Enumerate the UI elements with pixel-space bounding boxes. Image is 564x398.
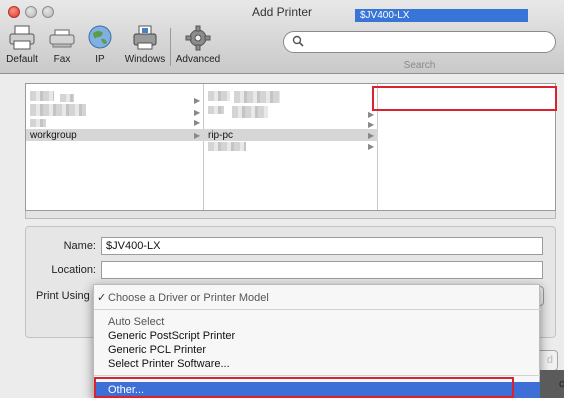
toolbar-windows-button[interactable]: Windows: [120, 24, 170, 68]
blurred-entry: [208, 91, 230, 101]
toolbar-default-button[interactable]: Default: [2, 24, 42, 68]
checkmark-icon: ✓: [97, 292, 107, 304]
list-item-workgroup[interactable]: workgroup: [30, 130, 77, 141]
disclosure-arrow-icon: ▶: [368, 110, 375, 119]
location-label: Location:: [51, 264, 96, 276]
menu-separator: [94, 375, 541, 376]
browser-column-workgroups: ▶ ▶ ▶ workgroup ▶: [26, 84, 204, 210]
name-field[interactable]: $JV400-LX: [101, 237, 543, 255]
menu-item-auto-select[interactable]: Auto Select: [94, 315, 541, 329]
print-using-label: Print Using: [36, 290, 90, 302]
toolbar-ip-button[interactable]: IP: [84, 24, 116, 68]
blurred-entry: [60, 94, 74, 102]
toolbar-separator: [170, 28, 171, 66]
blurred-entry: [30, 104, 86, 116]
name-label: Name:: [63, 240, 96, 252]
printer-icon: [9, 25, 35, 50]
globe-icon: [88, 25, 112, 49]
location-field[interactable]: [101, 261, 543, 279]
menu-item-label: Choose a Driver or Printer Model: [108, 292, 269, 304]
menu-item-generic-pcl[interactable]: Generic PCL Printer: [94, 343, 541, 357]
toolbar-ip-label: IP: [95, 54, 105, 65]
disclosure-arrow-icon: ▶: [194, 96, 201, 105]
annotation-highlight-printer: [372, 86, 557, 111]
gear-icon: [185, 25, 211, 51]
windows-printer-icon: [133, 25, 157, 50]
toolbar-windows-label: Windows: [124, 54, 166, 65]
browser-scrollbar[interactable]: [25, 211, 556, 219]
add-printer-window: Add Printer Default Fax IP Windows Advan…: [0, 0, 564, 398]
toolbar-fax-button[interactable]: Fax: [44, 24, 80, 68]
blurred-entry: [30, 119, 46, 127]
menu-item-select-software[interactable]: Select Printer Software...: [94, 357, 541, 371]
blurred-entry: [232, 106, 268, 118]
toolbar-advanced-label: Advanced: [175, 54, 221, 65]
disclosure-arrow-icon: ▶: [368, 131, 375, 140]
disclosure-arrow-icon: ▶: [194, 118, 201, 127]
disclosure-arrow-icon: ▶: [194, 108, 201, 117]
disclosure-arrow-icon: ▶: [368, 120, 375, 129]
disclosure-arrow-icon: ▶: [368, 142, 375, 151]
list-item-printer-label[interactable]: $JV400-LX: [360, 10, 409, 21]
list-item-rip-pc[interactable]: rip-pc: [208, 130, 233, 141]
search-caption: Search: [403, 60, 436, 71]
toolbar-advanced-button[interactable]: Advanced: [174, 24, 222, 68]
blurred-entry: [208, 106, 224, 114]
blurred-entry: [234, 91, 280, 103]
window-edge-strip: c: [540, 370, 564, 398]
menu-separator: [94, 309, 541, 310]
blurred-entry: [208, 142, 246, 151]
browser-column-hosts: ▶ ▶ rip-pc ▶ ▶: [204, 84, 378, 210]
fax-icon: [49, 29, 75, 48]
edge-text-fragment: c: [559, 378, 564, 390]
blurred-entry: [30, 91, 54, 101]
disclosure-arrow-icon: ▶: [194, 131, 201, 140]
toolbar-default-label: Default: [6, 54, 38, 65]
toolbar-fax-label: Fax: [53, 54, 71, 65]
annotation-highlight-other: [94, 377, 514, 398]
menu-item-generic-postscript[interactable]: Generic PostScript Printer: [94, 329, 541, 343]
menu-item-choose-driver[interactable]: ✓ Choose a Driver or Printer Model: [94, 291, 541, 305]
search-icon: [292, 35, 304, 47]
search-field[interactable]: [283, 31, 556, 53]
